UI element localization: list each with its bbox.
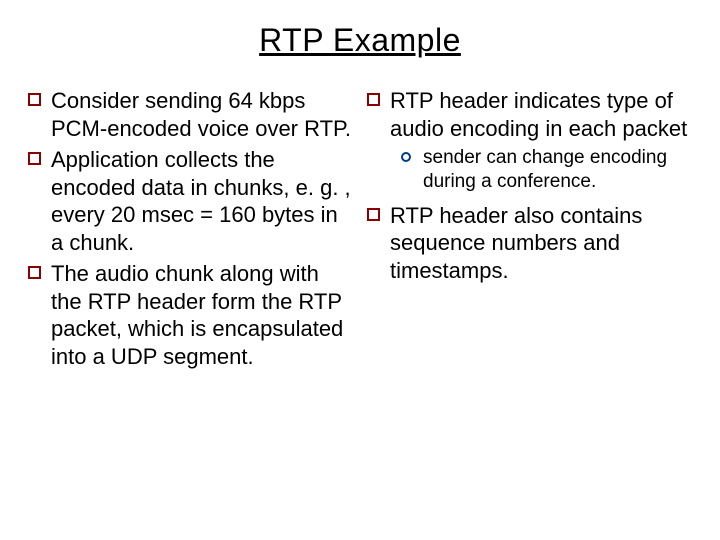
content-columns: Consider sending 64 kbps PCM-encoded voi… [28, 87, 692, 374]
list-item: Consider sending 64 kbps PCM-encoded voi… [28, 87, 353, 142]
slide: RTP Example Consider sending 64 kbps PCM… [0, 0, 720, 540]
list-item-text: RTP header also contains sequence number… [390, 202, 692, 285]
list-item-text: Consider sending 64 kbps PCM-encoded voi… [51, 87, 353, 142]
square-bullet-icon [28, 266, 41, 279]
list-item: RTP header indicates type of audio encod… [367, 87, 692, 142]
square-bullet-icon [28, 93, 41, 106]
square-bullet-icon [367, 208, 380, 221]
square-bullet-icon [28, 152, 41, 165]
sub-list-item-text: sender can change encoding during a conf… [423, 146, 692, 194]
list-item: Application collects the encoded data in… [28, 146, 353, 256]
square-bullet-icon [367, 93, 380, 106]
list-item: RTP header also contains sequence number… [367, 202, 692, 285]
list-item-text: The audio chunk along with the RTP heade… [51, 260, 353, 370]
right-column: RTP header indicates type of audio encod… [367, 87, 692, 374]
sub-list-item: sender can change encoding during a conf… [401, 146, 692, 194]
list-item-text: RTP header indicates type of audio encod… [390, 87, 692, 142]
list-item: The audio chunk along with the RTP heade… [28, 260, 353, 370]
list-item-text: Application collects the encoded data in… [51, 146, 353, 256]
slide-title: RTP Example [28, 22, 692, 59]
circle-bullet-icon [401, 152, 411, 162]
left-column: Consider sending 64 kbps PCM-encoded voi… [28, 87, 353, 374]
